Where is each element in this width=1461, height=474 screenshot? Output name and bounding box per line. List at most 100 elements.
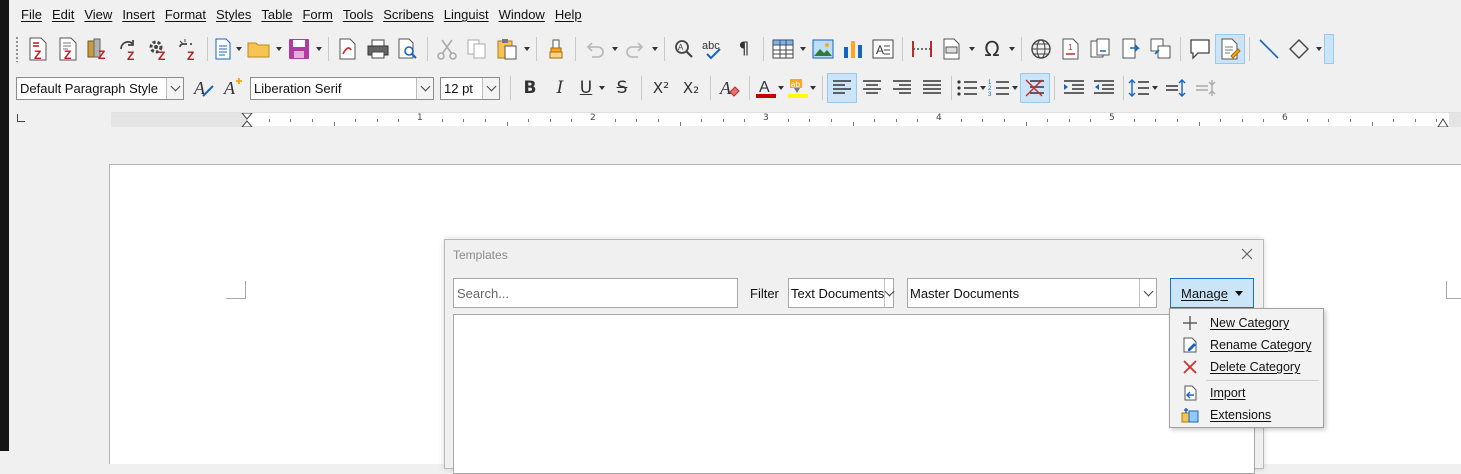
horizontal-ruler[interactable]: 1 2 3 4 5 6 (111, 112, 1461, 127)
underline-button[interactable]: U (575, 73, 597, 103)
filter-type-select[interactable]: Text Documents (788, 278, 895, 308)
font-name-combo[interactable]: Liberation Serif (250, 76, 434, 100)
special-character-dropdown-arrow[interactable] (1007, 34, 1017, 64)
numbered-list-icon[interactable]: 123 (988, 73, 1010, 103)
underline-dropdown-arrow[interactable] (597, 73, 607, 103)
new-dropdown-arrow[interactable] (234, 34, 244, 64)
bullet-dropdown-arrow[interactable] (978, 73, 988, 103)
redo-dropdown-arrow[interactable] (650, 34, 660, 64)
search-input[interactable] (453, 278, 738, 308)
no-list-icon[interactable] (1020, 73, 1050, 103)
close-icon[interactable] (1239, 246, 1255, 262)
menu-item-delete-category[interactable]: Delete Category (1170, 356, 1323, 378)
shapes-dropdown-arrow[interactable] (1314, 34, 1324, 64)
chevron-down-icon[interactable] (482, 77, 499, 99)
chevron-down-icon[interactable] (166, 77, 183, 99)
left-indent-marker[interactable] (241, 113, 253, 127)
paragraph-style-combo[interactable]: Default Paragraph Style (16, 76, 184, 100)
clone-formatting-icon[interactable] (541, 34, 571, 64)
strikethrough-button[interactable]: S (607, 73, 637, 103)
increase-indent-icon[interactable] (1059, 73, 1089, 103)
save-dropdown-arrow[interactable] (314, 34, 324, 64)
align-center-button[interactable] (857, 73, 887, 103)
highlight-dropdown-arrow[interactable] (808, 73, 818, 103)
page-break-icon[interactable] (907, 34, 937, 64)
insert-endnote-icon[interactable] (1086, 34, 1116, 64)
menu-tools[interactable]: Tools (338, 0, 378, 30)
zotero-document-prefs-icon[interactable]: Z (83, 34, 113, 64)
insert-image-icon[interactable] (808, 34, 838, 64)
toolbar-overflow[interactable] (1324, 34, 1334, 64)
basic-shapes-icon[interactable] (1284, 34, 1314, 64)
menu-edit[interactable]: Edit (47, 0, 79, 30)
undo-icon[interactable] (580, 34, 610, 64)
table-dropdown-arrow[interactable] (798, 34, 808, 64)
tab-stop-selector[interactable] (17, 114, 25, 122)
menu-item-import[interactable]: Import (1170, 382, 1323, 404)
menu-format[interactable]: Format (160, 0, 211, 30)
new-document-icon[interactable] (212, 34, 234, 64)
chevron-down-icon[interactable] (1139, 279, 1156, 307)
toolbar-grip[interactable] (15, 36, 19, 62)
insert-table-icon[interactable] (768, 34, 798, 64)
find-replace-icon[interactable]: A (669, 34, 699, 64)
menu-view[interactable]: View (79, 0, 117, 30)
insert-cross-reference-icon[interactable] (1146, 34, 1176, 64)
superscript-button[interactable]: X² (646, 73, 676, 103)
menu-scribens[interactable]: Scribens (378, 0, 439, 30)
insert-footnote-icon[interactable]: 1 (1056, 34, 1086, 64)
menu-table[interactable]: Table (256, 0, 297, 30)
numbered-dropdown-arrow[interactable] (1010, 73, 1020, 103)
font-color-icon[interactable]: A (754, 73, 776, 103)
right-indent-marker[interactable] (1437, 113, 1449, 127)
menu-item-new-category[interactable]: New Category (1170, 312, 1323, 334)
justify-button[interactable] (917, 73, 947, 103)
redo-icon[interactable] (620, 34, 650, 64)
decrease-paragraph-spacing-icon[interactable] (1190, 73, 1220, 103)
spelling-icon[interactable]: abc (699, 34, 729, 64)
subscript-button[interactable]: X₂ (676, 73, 706, 103)
insert-field-icon[interactable] (937, 34, 967, 64)
print-icon[interactable] (363, 34, 393, 64)
chevron-down-icon[interactable] (416, 77, 433, 99)
menu-insert[interactable]: Insert (117, 0, 160, 30)
menu-form[interactable]: Form (297, 0, 337, 30)
copy-icon[interactable] (462, 34, 492, 64)
insert-chart-icon[interactable] (838, 34, 868, 64)
open-folder-icon[interactable] (244, 34, 274, 64)
line-spacing-dropdown-arrow[interactable] (1150, 73, 1160, 103)
new-style-icon[interactable]: A (220, 73, 250, 103)
zotero-settings-icon[interactable]: Z (143, 34, 173, 64)
align-right-button[interactable] (887, 73, 917, 103)
category-select[interactable]: Master Documents (907, 278, 1157, 308)
insert-textbox-icon[interactable]: A (868, 34, 898, 64)
export-pdf-icon[interactable] (333, 34, 363, 64)
font-color-dropdown-arrow[interactable] (776, 73, 786, 103)
cut-icon[interactable] (432, 34, 462, 64)
menu-file[interactable]: File (16, 0, 47, 30)
menu-item-extensions[interactable]: Extensions (1170, 404, 1323, 426)
update-style-icon[interactable]: A (190, 73, 220, 103)
increase-paragraph-spacing-icon[interactable] (1160, 73, 1190, 103)
special-character-icon[interactable]: Ω (977, 34, 1007, 64)
formatting-marks-icon[interactable]: ¶ (729, 34, 759, 64)
paste-dropdown-arrow[interactable] (522, 34, 532, 64)
chevron-down-icon[interactable] (884, 279, 895, 307)
insert-hyperlink-icon[interactable] (1026, 34, 1056, 64)
font-size-combo[interactable]: 12 pt (440, 76, 500, 100)
align-left-button[interactable] (827, 73, 857, 103)
line-spacing-icon[interactable] (1128, 73, 1150, 103)
print-preview-icon[interactable] (393, 34, 423, 64)
zotero-refresh-icon[interactable]: Z (113, 34, 143, 64)
highlight-color-icon[interactable]: ab (786, 73, 808, 103)
insert-bookmark-icon[interactable] (1116, 34, 1146, 64)
undo-dropdown-arrow[interactable] (610, 34, 620, 64)
open-dropdown-arrow[interactable] (274, 34, 284, 64)
manage-button[interactable]: Manage (1170, 278, 1254, 308)
save-icon[interactable] (284, 34, 314, 64)
field-dropdown-arrow[interactable] (967, 34, 977, 64)
menu-styles[interactable]: Styles (211, 0, 256, 30)
italic-button[interactable]: I (545, 73, 575, 103)
menu-item-rename-category[interactable]: Rename Category (1170, 334, 1323, 356)
templates-view[interactable] (453, 314, 1255, 474)
